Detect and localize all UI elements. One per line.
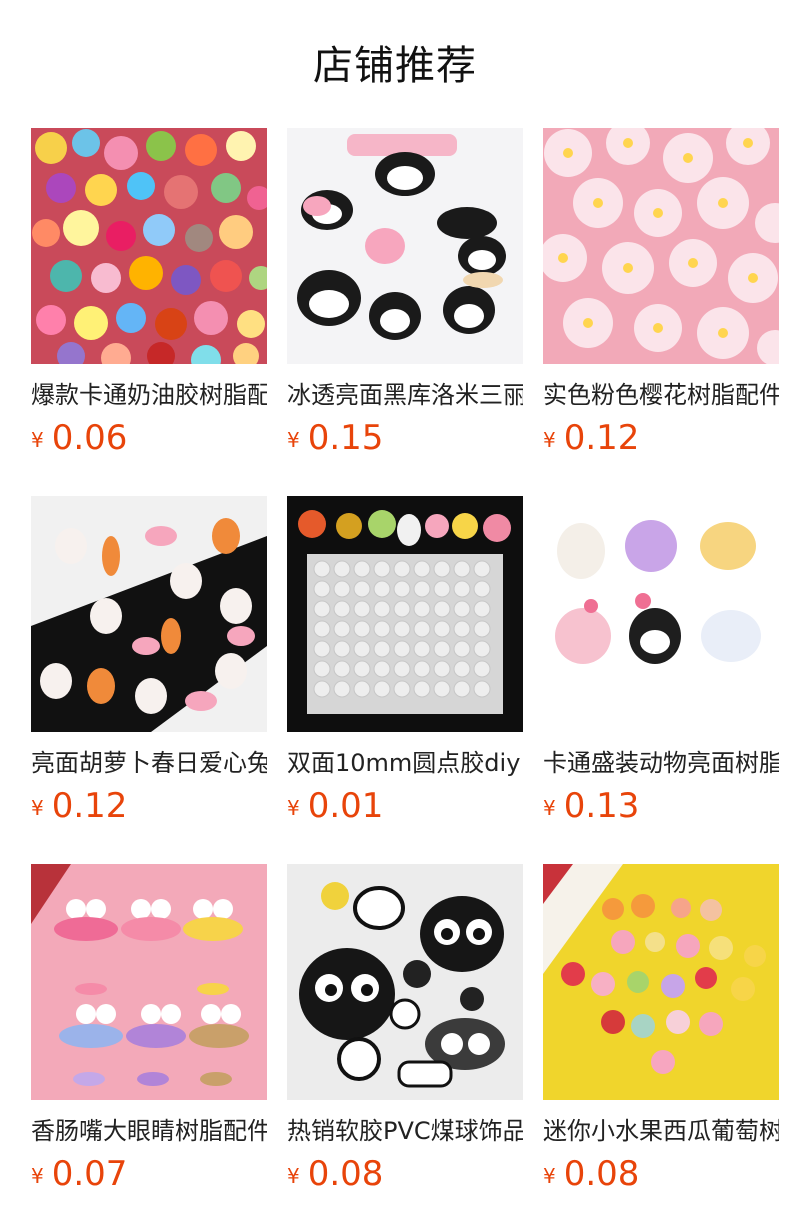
price-value: 0.01	[307, 786, 384, 826]
product-price: ¥0.06	[31, 416, 267, 460]
product-name[interactable]: 双面10mm圆点胶diy	[287, 746, 523, 780]
currency-symbol: ¥	[31, 796, 44, 820]
shop-recommendation-page: 店铺推荐 爆款卡通奶油胶树脂配 ¥ 0.06 冰透亮面黑库洛米三丽 ¥ 0.15…	[0, 0, 790, 1232]
product-price: ¥0.13	[543, 784, 779, 828]
product-name[interactable]: 冰透亮面黑库洛米三丽鸥	[287, 378, 523, 412]
product-row: 香肠嘴大眼睛树脂配件 ¥0.07 热销软胶PVC煤球饰品 ¥ 0.08 迷你小水…	[31, 864, 781, 1232]
product-card[interactable]: 卡通盛装动物亮面树脂 ¥0.13	[543, 496, 779, 836]
product-price: ¥0.08	[543, 1152, 779, 1196]
currency-symbol: ¥	[543, 428, 556, 452]
product-grid: 爆款卡通奶油胶树脂配件 ¥0.06	[31, 128, 781, 1232]
product-price: ¥0.12	[31, 784, 267, 828]
product-image[interactable]	[287, 496, 523, 732]
product-price: ¥0.08	[287, 1152, 523, 1196]
currency-symbol: ¥	[287, 428, 300, 452]
product-name[interactable]: 迷你小水果西瓜葡萄树脂	[543, 1114, 779, 1148]
price-value: 0.15	[307, 418, 384, 458]
product-name[interactable]: 爆款卡通奶油胶树脂配件	[31, 378, 267, 412]
price-value: 0.08	[563, 1154, 640, 1194]
product-image[interactable]	[287, 128, 523, 364]
price-value: 0.07	[51, 1154, 128, 1194]
product-card[interactable]: 亮面胡萝卜春日爱心兔子 ¥0.12	[31, 496, 267, 836]
product-name[interactable]: 卡通盛装动物亮面树脂	[543, 746, 779, 780]
product-name[interactable]: 香肠嘴大眼睛树脂配件	[31, 1114, 267, 1148]
price-value: 0.06	[51, 418, 128, 458]
product-card[interactable]: 爆款卡通奶油胶树脂配件 ¥0.06	[31, 128, 267, 468]
currency-symbol: ¥	[287, 796, 300, 820]
product-price: ¥0.07	[31, 1152, 267, 1196]
product-name[interactable]: 实色粉色樱花树脂配件	[543, 378, 779, 412]
currency-symbol: ¥	[31, 428, 44, 452]
product-card[interactable]: 迷你小水果西瓜葡萄树脂 ¥0.08	[543, 864, 779, 1204]
product-name[interactable]: 热销软胶PVC煤球饰品	[287, 1114, 523, 1148]
product-image[interactable]	[543, 864, 779, 1100]
product-image[interactable]	[543, 128, 779, 364]
product-image[interactable]	[287, 864, 523, 1100]
product-card[interactable]: 香肠嘴大眼睛树脂配件 ¥0.07	[31, 864, 267, 1204]
product-image[interactable]	[31, 128, 267, 364]
product-card[interactable]: 双面10mm圆点胶diy ¥0.01	[287, 496, 523, 836]
price-value: 0.12	[563, 418, 640, 458]
product-card[interactable]: 冰透亮面黑库洛米三丽鸥 ¥0.15	[287, 128, 523, 468]
product-image[interactable]	[31, 496, 267, 732]
currency-symbol: ¥	[543, 1164, 556, 1188]
price-value: 0.12	[51, 786, 128, 826]
product-row: 亮面胡萝卜春日爱心兔子 ¥0.12	[31, 496, 781, 864]
product-price: ¥0.15	[287, 416, 523, 460]
currency-symbol: ¥	[543, 796, 556, 820]
product-image[interactable]	[31, 864, 267, 1100]
price-value: 0.08	[307, 1154, 384, 1194]
price-value: 0.13	[563, 786, 640, 826]
product-row: 爆款卡通奶油胶树脂配件 ¥0.06	[31, 128, 781, 496]
page-title: 店铺推荐	[313, 43, 477, 89]
product-card[interactable]: 实色粉色樱花树脂配件 ¥0.12	[543, 128, 779, 468]
product-card[interactable]: 热销软胶PVC煤球饰品 ¥0.08	[287, 864, 523, 1204]
product-name[interactable]: 亮面胡萝卜春日爱心兔子	[31, 746, 267, 780]
currency-symbol: ¥	[287, 1164, 300, 1188]
product-price: ¥0.12	[543, 416, 779, 460]
product-image[interactable]	[543, 496, 779, 732]
product-price: ¥0.01	[287, 784, 523, 828]
currency-symbol: ¥	[31, 1164, 44, 1188]
